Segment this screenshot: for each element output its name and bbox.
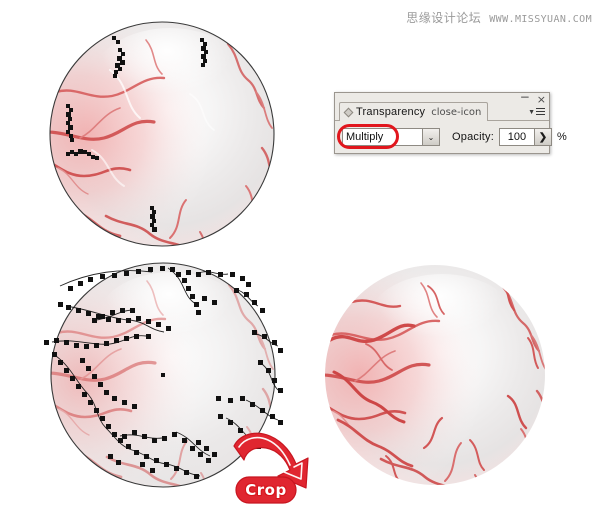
diamond-icon (343, 107, 354, 117)
sphere-bottom-right (325, 265, 545, 485)
opacity-unit-label: % (556, 131, 567, 143)
watermark-site-name: 思缘设计论坛 (406, 11, 482, 25)
center-anchor-point (161, 373, 165, 377)
panel-menu-button[interactable]: ▼ (528, 107, 545, 116)
panel-controls: Multiply ⌄ Opacity: 100 ❯ % (335, 122, 567, 152)
crop-annotation: Crop (222, 432, 326, 514)
opacity-stepper-icon[interactable]: ❯ (533, 129, 551, 145)
opacity-value[interactable]: 100 (500, 131, 534, 143)
crop-label: Crop (245, 481, 287, 499)
tab-transparency[interactable]: Transparency close-icon (339, 102, 489, 121)
chevron-down-icon[interactable]: ⌄ (422, 129, 439, 145)
tab-transparency-label: Transparency (356, 106, 426, 118)
blend-mode-value: Multiply (346, 131, 384, 143)
blend-mode-control[interactable]: Multiply ⌄ (337, 124, 440, 149)
minimize-icon[interactable]: − (520, 91, 530, 103)
panel-tabstrip: Transparency close-icon (335, 102, 549, 121)
chevron-down-icon: ▼ (528, 109, 535, 116)
transparency-panel[interactable]: − × Transparency close-icon ▼ Multiply ⌄… (334, 91, 567, 154)
opacity-input[interactable]: 100 ❯ (498, 128, 552, 146)
opacity-label: Opacity: (452, 131, 494, 143)
opacity-control[interactable]: Opacity: 100 ❯ % (452, 128, 567, 146)
sphere-top-left (49, 21, 275, 247)
blend-mode-select[interactable]: Multiply ⌄ (342, 128, 440, 146)
hamburger-icon (536, 108, 545, 115)
watermark: 思缘设计论坛 WWW.MISSYUAN.COM (406, 9, 592, 26)
watermark-url: WWW.MISSYUAN.COM (489, 14, 592, 25)
tab-close-icon[interactable]: close-icon (431, 107, 481, 118)
